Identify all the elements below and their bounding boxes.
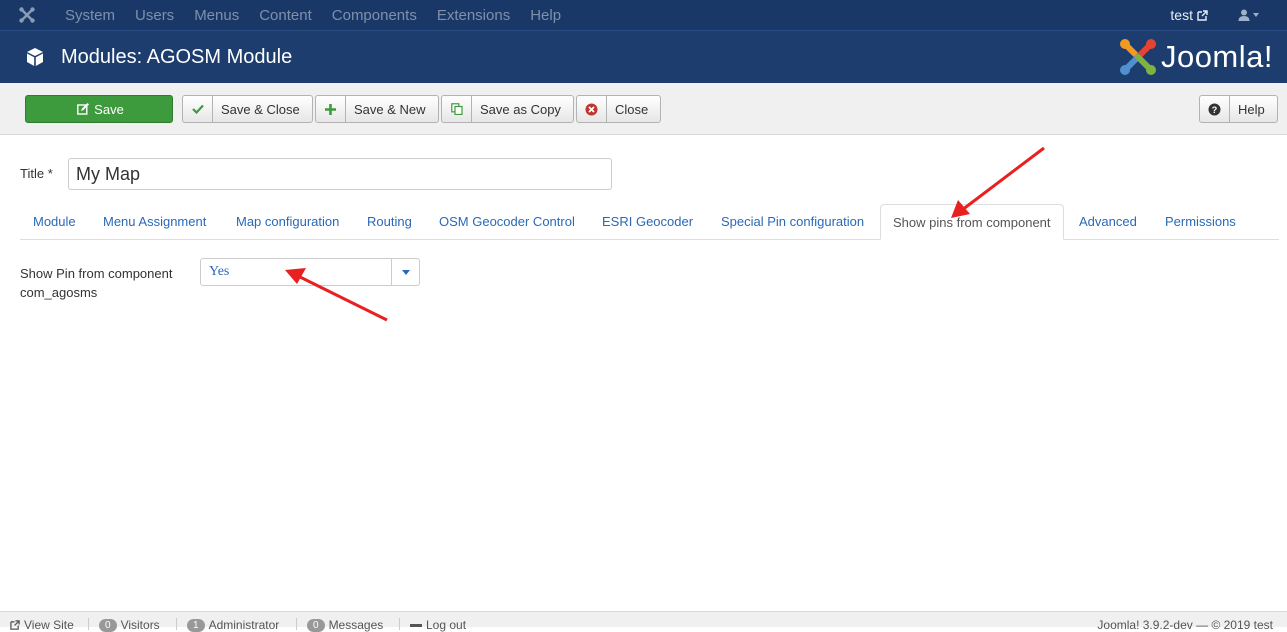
version-label: Joomla! 3.9.2-dev — © 2019 test bbox=[1097, 618, 1273, 632]
top-menu: System Users Menus Content Components Ex… bbox=[65, 7, 581, 24]
joomla-wordmark: Joomla! bbox=[1160, 39, 1273, 74]
status-bar: View Site 0 Visitors 1 Administrator 0 M… bbox=[0, 611, 1287, 632]
site-link[interactable]: test bbox=[1170, 7, 1208, 23]
tab-special-pin-configuration[interactable]: Special Pin configuration bbox=[721, 204, 864, 240]
tab-esri-geocoder[interactable]: ESRI Geocoder bbox=[602, 204, 693, 240]
save-close-button[interactable]: Save & Close bbox=[182, 95, 313, 123]
joomla-logo-icon bbox=[1119, 39, 1156, 75]
title-input[interactable] bbox=[68, 158, 612, 190]
menu-content[interactable]: Content bbox=[259, 7, 312, 24]
external-link-icon bbox=[1197, 9, 1208, 21]
tab-osm-geocoder-control[interactable]: OSM Geocoder Control bbox=[439, 204, 575, 240]
show-pin-label: Show Pin from component com_agosms bbox=[20, 266, 173, 300]
tab-show-pins-from-component[interactable]: Show pins from component bbox=[880, 204, 1064, 240]
save-button[interactable]: Save bbox=[25, 95, 173, 123]
help-label: Help bbox=[1238, 101, 1265, 117]
save-copy-label: Save as Copy bbox=[480, 101, 561, 117]
admin-navbar: System Users Menus Content Components Ex… bbox=[0, 0, 1287, 30]
minus-icon bbox=[410, 623, 422, 627]
menu-components[interactable]: Components bbox=[332, 7, 417, 24]
toolbar: Save Save & Close Save & New Save as Cop… bbox=[0, 83, 1287, 135]
logout-link[interactable]: Log out bbox=[410, 618, 466, 632]
visitors-count: 0 bbox=[99, 618, 117, 632]
tab-map-configuration[interactable]: Map configuration bbox=[236, 204, 339, 240]
check-icon bbox=[183, 96, 213, 122]
messages-count: 0 bbox=[307, 618, 325, 632]
page-title: Modules: AGOSM Module bbox=[61, 45, 293, 68]
plus-icon bbox=[316, 96, 346, 122]
tab-bar: Module Menu Assignment Map configuration… bbox=[20, 204, 1279, 240]
show-pin-value: Yes bbox=[209, 264, 230, 279]
menu-system[interactable]: System bbox=[65, 7, 115, 24]
messages-label: Messages bbox=[328, 618, 384, 632]
external-link-icon bbox=[10, 620, 20, 630]
cube-icon bbox=[27, 48, 43, 66]
tab-routing[interactable]: Routing bbox=[367, 204, 412, 240]
save-label: Save bbox=[94, 101, 124, 117]
admin-count: 1 bbox=[187, 618, 205, 632]
edit-icon bbox=[74, 96, 92, 122]
tab-permissions[interactable]: Permissions bbox=[1165, 204, 1236, 240]
save-new-button[interactable]: Save & New bbox=[315, 95, 439, 123]
visitors-label: Visitors bbox=[120, 618, 160, 632]
menu-users[interactable]: Users bbox=[135, 7, 174, 24]
help-button[interactable]: ? Help bbox=[1199, 95, 1278, 123]
view-site-link[interactable]: View Site bbox=[10, 618, 74, 632]
show-pin-select[interactable]: Yes bbox=[200, 258, 420, 286]
help-icon: ? bbox=[1200, 96, 1230, 122]
save-close-label: Save & Close bbox=[221, 101, 300, 117]
save-new-label: Save & New bbox=[354, 101, 426, 117]
joomla-logo: Joomla! bbox=[1119, 38, 1273, 76]
tab-menu-assignment[interactable]: Menu Assignment bbox=[103, 204, 206, 240]
page-header: Modules: AGOSM Module Joomla! bbox=[0, 30, 1287, 83]
site-name: test bbox=[1170, 7, 1193, 23]
user-menu[interactable] bbox=[1238, 9, 1259, 21]
user-icon bbox=[1238, 9, 1250, 21]
close-label: Close bbox=[615, 101, 649, 117]
chevron-down-icon bbox=[391, 259, 419, 285]
topbar-right: test bbox=[1170, 0, 1287, 30]
menu-extensions[interactable]: Extensions bbox=[437, 7, 510, 24]
version-info: Joomla! 3.9.2-dev — © 2019 test bbox=[1097, 618, 1273, 632]
view-site-label: View Site bbox=[24, 618, 74, 632]
admin-label: Administrator bbox=[208, 618, 280, 632]
menu-menus[interactable]: Menus bbox=[194, 7, 239, 24]
joomla-menu-icon[interactable] bbox=[18, 6, 50, 24]
caret-down-icon bbox=[1253, 13, 1259, 17]
menu-help[interactable]: Help bbox=[530, 7, 561, 24]
title-label: Title * bbox=[20, 166, 53, 181]
logout-label: Log out bbox=[426, 618, 467, 632]
svg-text:?: ? bbox=[1212, 105, 1218, 115]
tab-advanced[interactable]: Advanced bbox=[1079, 204, 1137, 240]
tab-module[interactable]: Module bbox=[33, 204, 76, 240]
copy-icon bbox=[442, 96, 472, 122]
cancel-icon bbox=[577, 96, 607, 122]
messages-link[interactable]: 0 Messages bbox=[307, 618, 383, 632]
visitors-status: 0 Visitors bbox=[99, 618, 160, 632]
close-button[interactable]: Close bbox=[576, 95, 662, 123]
administrator-status: 1 Administrator bbox=[187, 618, 279, 632]
save-copy-button[interactable]: Save as Copy bbox=[441, 95, 574, 123]
